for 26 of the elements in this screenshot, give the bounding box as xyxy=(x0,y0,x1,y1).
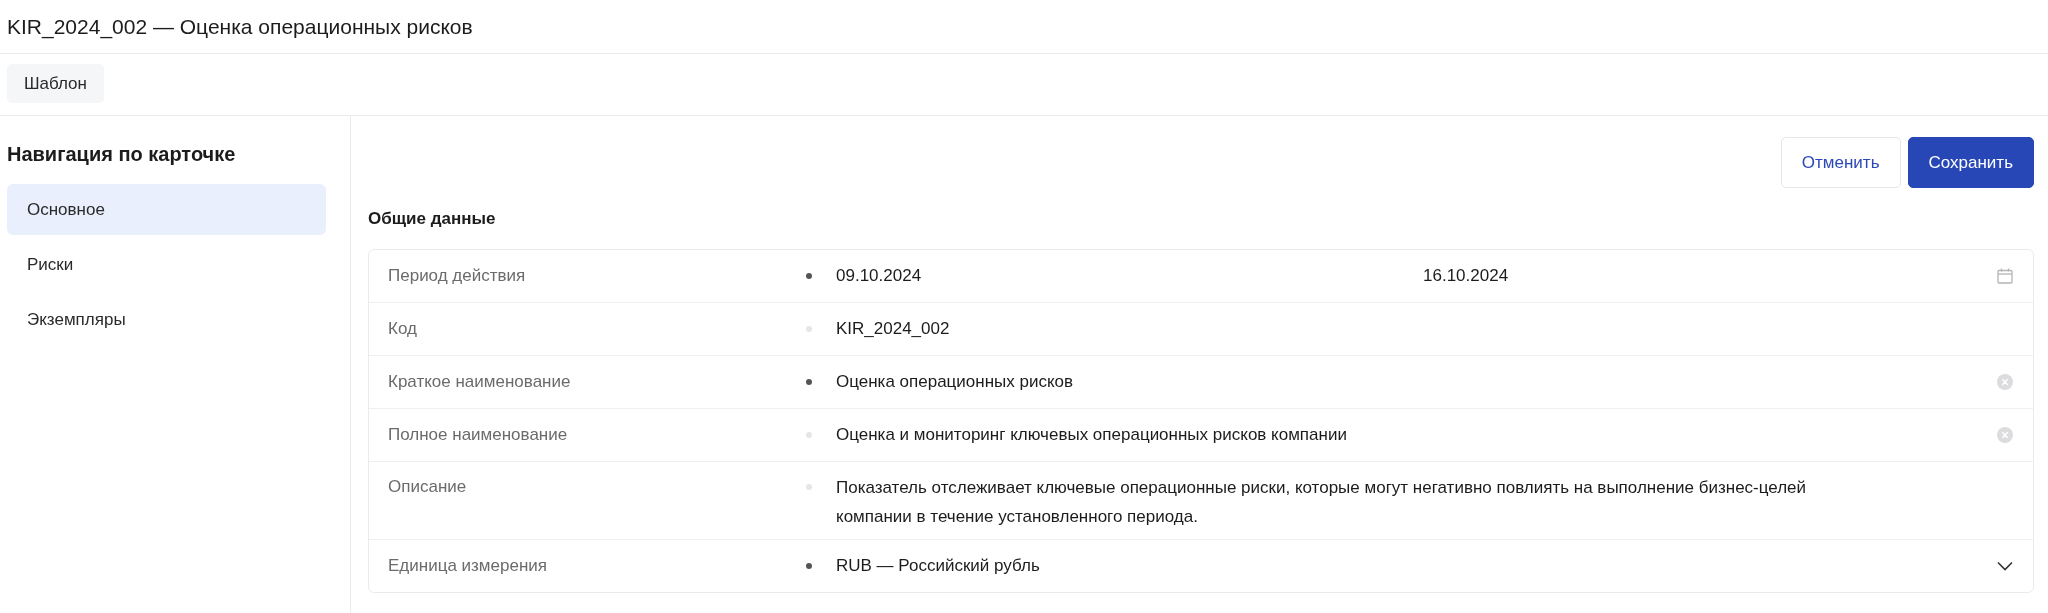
select-field[interactable]: RUB — Российский рубль xyxy=(836,552,2013,580)
end-date-input[interactable]: 16.10.2024 xyxy=(1423,262,1985,290)
template-button[interactable]: Шаблон xyxy=(7,64,104,103)
field-label: Код xyxy=(388,318,418,340)
field-label: Период действия xyxy=(388,265,527,287)
description-textarea[interactable]: Показатель отслеживает ключевые операционные риски, которые могут негативно повлиять на выполнение бизнес-целей компании в течение установленного периода. xyxy=(836,473,2013,531)
field-label: Полное наименование xyxy=(388,424,569,446)
calendar-icon[interactable] xyxy=(1997,268,2013,284)
sidebar-item[interactable]: Риски xyxy=(7,239,326,290)
save-button[interactable]: Сохранить xyxy=(1907,137,2034,188)
text-input-field[interactable]: KIR_2024_002 xyxy=(836,315,2013,343)
field-label: Описание xyxy=(388,476,468,498)
start-date-input[interactable]: 09.10.2024 xyxy=(836,262,1411,290)
sidebar-item[interactable]: Основное xyxy=(7,184,326,235)
field-label: Единица измерения xyxy=(388,555,548,577)
sidebar-item[interactable]: Экземпляры xyxy=(7,294,326,345)
text-input-field[interactable]: Оценка операционных рисков xyxy=(836,368,2013,396)
chevron-down-icon[interactable] xyxy=(1997,561,2013,571)
sidebar-title: Навигация по карточке xyxy=(7,142,237,167)
field-label: Краткое наименование xyxy=(388,371,572,393)
text-input-field[interactable]: Оценка и мониторинг ключевых операционных рисков компании xyxy=(836,421,2013,449)
page-title: KIR_2024_002 — Оценка операционных рисков xyxy=(7,13,473,40)
section-title: Общие данные xyxy=(368,208,497,230)
clear-icon[interactable] xyxy=(1997,374,2013,390)
clear-icon[interactable] xyxy=(1997,427,2013,443)
cancel-button[interactable]: Отменить xyxy=(1780,137,1901,188)
